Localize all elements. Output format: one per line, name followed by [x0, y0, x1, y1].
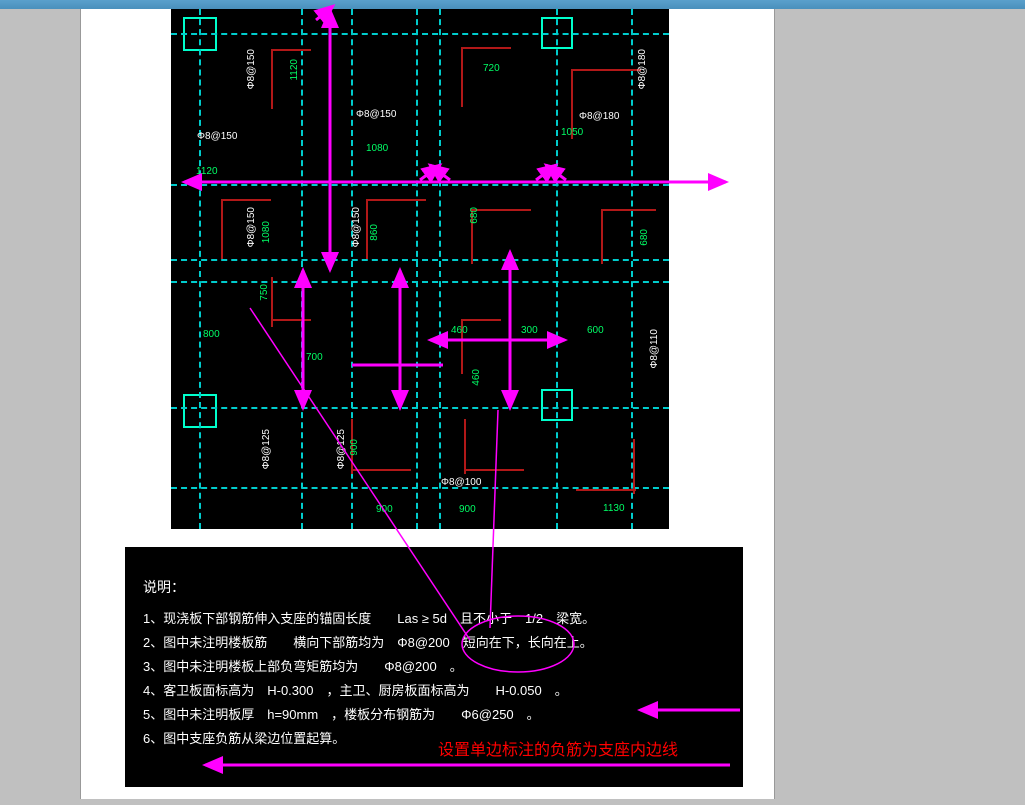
dim-label: 1050: [561, 127, 583, 138]
rebar-label: Φ8@125: [336, 429, 347, 469]
rebar: [271, 49, 273, 109]
rebar: [461, 47, 463, 107]
note-line-4: 4、客卫板面标高为 H-0.300 ，主卫、厨房板面标高为 H-0.050 。: [143, 679, 725, 703]
note-line-2: 2、图中未注明楼板筋 横向下部筋均为 Φ8@200 短向在下，长向在上。: [143, 631, 725, 655]
rebar: [633, 439, 635, 494]
rebar: [221, 199, 271, 201]
gridline: [171, 259, 669, 261]
gridline: [171, 407, 669, 409]
gridline: [199, 9, 201, 529]
gridline: [416, 9, 418, 529]
dim-label: 1120: [196, 166, 218, 177]
rebar: [271, 277, 273, 327]
dim-label: 900: [376, 504, 393, 515]
gridline: [301, 9, 303, 529]
dim-label: 680: [639, 229, 650, 246]
dim-label: 1120: [289, 59, 300, 81]
notes-title: 说明：: [143, 575, 725, 599]
dim-label: 800: [203, 329, 220, 340]
dim-label: 600: [587, 325, 604, 336]
rebar: [366, 199, 426, 201]
rebar-label: Φ8@180: [637, 49, 648, 89]
rebar-label: Φ8@150: [356, 109, 396, 120]
rebar: [351, 469, 411, 471]
dim-label: 460: [471, 369, 482, 386]
rebar: [271, 319, 311, 321]
rebar-label: Φ8@180: [579, 111, 619, 122]
rebar-label: Φ8@150: [197, 131, 237, 142]
rebar-label: Φ8@125: [261, 429, 272, 469]
document-page: Φ8@150 Φ8@150 Φ8@150 Φ8@180 Φ8@180 Φ8@15…: [80, 9, 775, 799]
note-line-1: 1、现浇板下部钢筋伸入支座的锚固长度 Las ≥ 5d 且不小于 1/2 梁宽。: [143, 607, 725, 631]
rebar-label: Φ8@100: [441, 477, 481, 488]
rebar-label: Φ8@150: [351, 207, 362, 247]
dim-label: 720: [483, 63, 500, 74]
dim-label: 300: [521, 325, 538, 336]
dim-label: 1130: [603, 503, 625, 514]
note-line-3: 3、图中未注明楼板上部负弯矩筋均为 Φ8@200 。: [143, 655, 725, 679]
rebar: [461, 47, 511, 49]
rebar: [601, 209, 603, 264]
gridline: [439, 9, 441, 529]
rebar: [221, 199, 223, 259]
dim-label: 1080: [366, 143, 388, 154]
gridline: [171, 184, 669, 186]
gridline: [171, 281, 669, 283]
rebar: [366, 199, 368, 259]
dim-label: 860: [369, 224, 380, 241]
dim-label: 1080: [261, 221, 272, 243]
dim-label: 460: [451, 325, 468, 336]
rebar: [576, 489, 636, 491]
rebar: [271, 49, 311, 51]
dim-label: 900: [349, 439, 360, 456]
rebar-label: Φ8@150: [246, 49, 257, 89]
rebar: [464, 419, 466, 474]
cad-drawing: Φ8@150 Φ8@150 Φ8@150 Φ8@180 Φ8@180 Φ8@15…: [171, 9, 669, 529]
rebar: [601, 209, 656, 211]
note-line-5: 5、图中未注明板厚 h=90mm ，楼板分布钢筋为 Φ6@250 。: [143, 703, 725, 727]
rebar: [464, 469, 524, 471]
gridline: [171, 33, 669, 35]
dim-label: 750: [259, 284, 270, 301]
gridline: [556, 9, 558, 529]
dim-label: 900: [459, 504, 476, 515]
rebar-label: Φ8@150: [246, 207, 257, 247]
rebar-label: Φ8@110: [649, 329, 660, 369]
dim-label: 680: [469, 207, 480, 224]
annotation-text: 设置单边标注的负筋为支座内边线: [438, 736, 678, 760]
rebar: [571, 69, 641, 71]
dim-label: 700: [306, 352, 323, 363]
rebar: [471, 209, 531, 211]
app-titlebar: [0, 0, 1025, 9]
rebar: [461, 319, 501, 321]
